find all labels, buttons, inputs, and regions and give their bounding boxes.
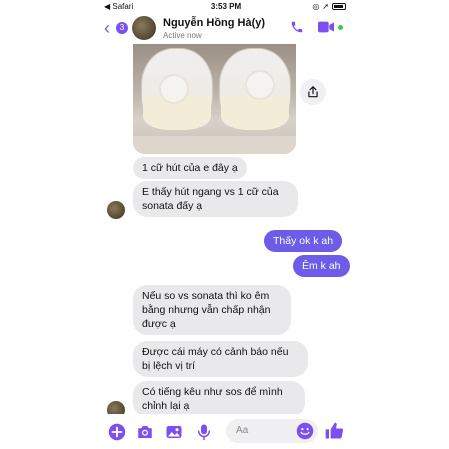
share-icon bbox=[308, 86, 318, 98]
phone-icon[interactable] bbox=[290, 20, 304, 34]
status-bar: ◀ Safari 3:53 PM ◎ ➚ bbox=[102, 0, 350, 14]
emoji-icon[interactable] bbox=[296, 422, 314, 440]
active-status: Active now bbox=[163, 31, 202, 40]
online-dot bbox=[338, 25, 343, 30]
avatar[interactable] bbox=[107, 201, 125, 219]
unread-badge: 3 bbox=[116, 22, 128, 34]
video-camera-icon[interactable] bbox=[318, 21, 334, 33]
milk-image bbox=[221, 96, 289, 130]
message-bubble-incoming[interactable]: E thấy hút ngang vs 1 cữ của sonata đấy … bbox=[133, 181, 298, 217]
message-input-placeholder: Aa bbox=[236, 425, 249, 436]
message-bubble-outgoing[interactable]: Thấy ok k ah bbox=[264, 230, 343, 252]
battery-icon bbox=[332, 3, 346, 10]
thumbs-up-icon[interactable] bbox=[324, 421, 344, 441]
status-icons: ◎ ➚ bbox=[312, 2, 346, 11]
contact-name[interactable]: Nguyễn Hồng Hà(y) bbox=[163, 17, 265, 29]
composer-bar: Aa bbox=[102, 414, 350, 449]
message-bubble-incoming[interactable]: Được cái máy có cảnh báo nếu bị lệch vị … bbox=[133, 341, 308, 377]
valve-image bbox=[159, 74, 189, 104]
signal-icon: ◎ bbox=[312, 2, 320, 11]
back-arrow-icon[interactable]: ‹ bbox=[104, 19, 110, 37]
message-bubble-incoming[interactable]: Nếu so vs sonata thì ko êm bằng nhưng vẫ… bbox=[133, 285, 291, 335]
message-bubble-incoming[interactable]: 1 cữ hút của e đây ạ bbox=[133, 157, 247, 179]
message-bubble-incoming[interactable]: Có tiếng kêu như sos để mình chỉnh lại ạ bbox=[133, 381, 305, 417]
photo-icon[interactable] bbox=[165, 423, 183, 441]
avatar[interactable] bbox=[132, 16, 156, 40]
conversation-header: ‹ 3 Nguyễn Hồng Hà(y) Active now bbox=[102, 14, 350, 44]
location-icon: ➚ bbox=[322, 2, 329, 11]
table-surface bbox=[133, 136, 296, 154]
message-bubble-outgoing[interactable]: Êm k ah bbox=[293, 255, 350, 277]
camera-icon[interactable] bbox=[136, 423, 154, 441]
valve-image bbox=[245, 70, 275, 100]
microphone-icon[interactable] bbox=[195, 423, 213, 441]
message-input[interactable]: Aa bbox=[226, 419, 318, 443]
messenger-screen: ◀ Safari 3:53 PM ◎ ➚ ‹ 3 Nguyễn Hồng Hà(… bbox=[102, 0, 350, 449]
shared-photo[interactable] bbox=[133, 44, 296, 154]
share-button[interactable] bbox=[300, 79, 326, 105]
plus-icon[interactable] bbox=[108, 423, 126, 441]
